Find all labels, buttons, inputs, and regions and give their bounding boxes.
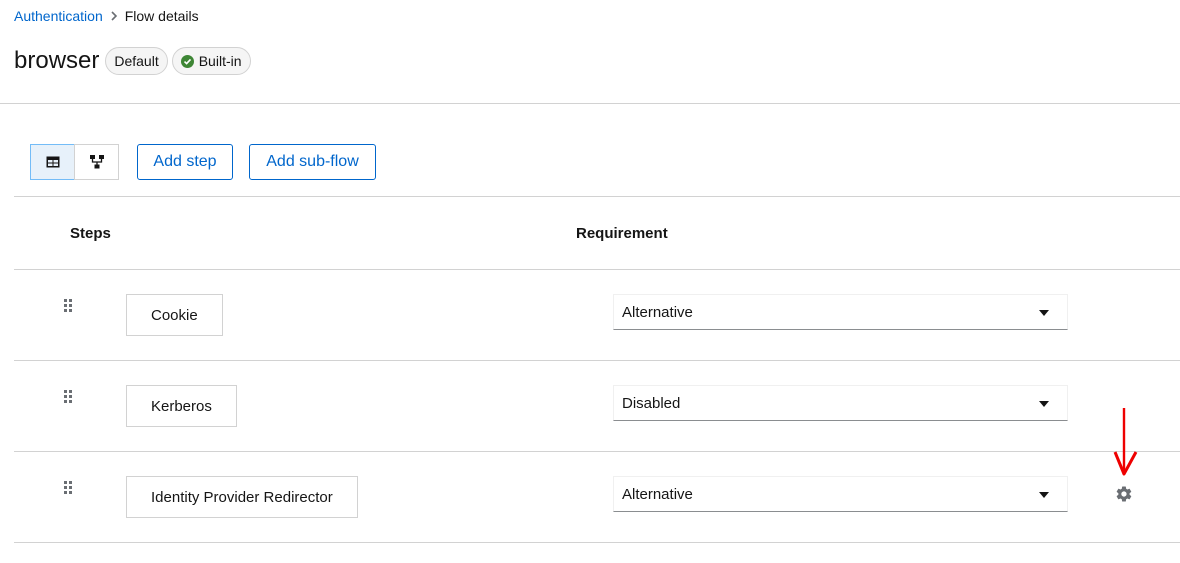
step-name-identity-provider-redirector: Identity Provider Redirector: [126, 476, 358, 518]
drag-handle-icon[interactable]: [64, 481, 76, 495]
row-divider: [14, 360, 1180, 361]
chevron-right-icon: [103, 11, 125, 21]
breadcrumb-current: Flow details: [124, 8, 199, 24]
row-divider: [14, 542, 1180, 543]
diagram-icon: [89, 155, 104, 169]
requirement-select-cookie[interactable]: Alternative: [613, 294, 1068, 330]
step-name-cookie: Cookie: [126, 294, 223, 336]
caret-down-icon: [1039, 492, 1049, 498]
default-badge: Default: [105, 47, 168, 75]
header-divider: [0, 103, 1180, 104]
requirement-select-value: Disabled: [622, 394, 681, 412]
requirement-select-value: Alternative: [622, 485, 693, 503]
step-name-label: Identity Provider Redirector: [151, 488, 333, 506]
breadcrumb-link-authentication[interactable]: Authentication: [14, 8, 103, 24]
caret-down-icon: [1039, 401, 1049, 407]
step-name-kerberos: Kerberos: [126, 385, 237, 427]
title-row: browser Default Built-in: [14, 47, 255, 75]
step-name-label: Kerberos: [151, 397, 212, 415]
default-badge-label: Default: [114, 53, 159, 69]
column-header-steps: Steps: [70, 225, 111, 242]
check-circle-icon: [180, 54, 194, 68]
breadcrumb: Authentication Flow details: [14, 8, 199, 24]
add-sub-flow-button[interactable]: Add sub-flow: [249, 144, 376, 180]
requirement-select-value: Alternative: [622, 303, 693, 321]
view-toggle-group: [30, 144, 119, 180]
requirement-select-identity-provider-redirector[interactable]: Alternative: [613, 476, 1068, 512]
row-divider: [14, 451, 1180, 452]
header-row-divider: [14, 269, 1180, 270]
toolbar-divider: [14, 196, 1180, 197]
add-step-button[interactable]: Add step: [137, 144, 233, 180]
drag-handle-icon[interactable]: [64, 390, 76, 404]
table-icon: [46, 156, 59, 168]
page-title: browser: [14, 47, 100, 74]
caret-down-icon: [1039, 310, 1049, 316]
gear-icon[interactable]: [1115, 485, 1133, 503]
annotation-arrow-icon: [1113, 408, 1138, 476]
table-view-toggle[interactable]: [30, 144, 75, 180]
built-in-badge-label: Built-in: [198, 53, 242, 69]
built-in-badge: Built-in: [171, 47, 251, 75]
drag-handle-icon[interactable]: [64, 299, 76, 313]
requirement-select-kerberos[interactable]: Disabled: [613, 385, 1068, 421]
diagram-view-toggle[interactable]: [74, 144, 119, 180]
step-name-label: Cookie: [151, 306, 198, 324]
column-header-requirement: Requirement: [576, 225, 668, 242]
